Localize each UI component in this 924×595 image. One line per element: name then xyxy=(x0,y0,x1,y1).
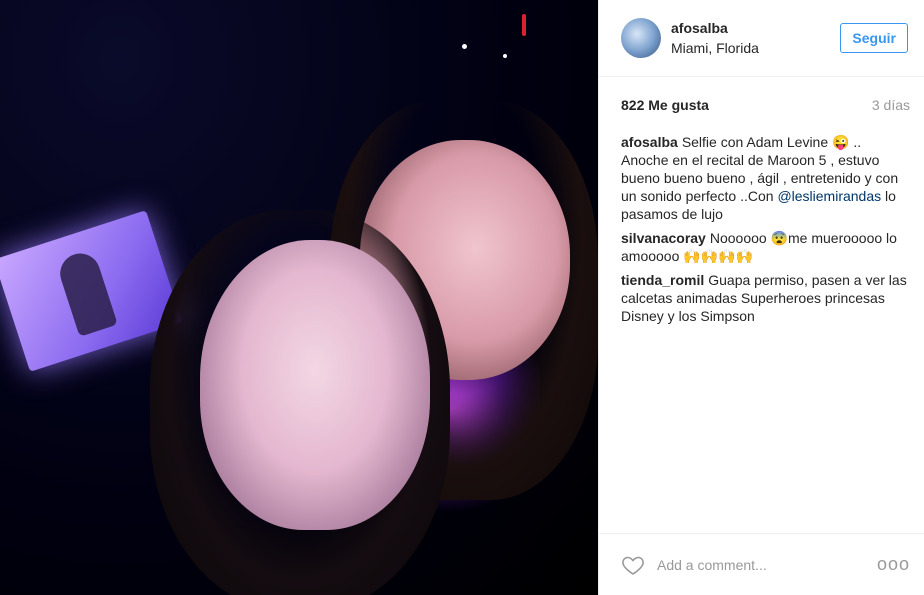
instagram-post: afosalba Miami, Florida Seguir 822 Me gu… xyxy=(0,0,924,595)
comments-list: afosalba Selfie con Adam Levine 😜 .. Anoc… xyxy=(599,113,924,325)
follow-button[interactable]: Seguir xyxy=(840,23,908,53)
comment-input[interactable] xyxy=(657,556,877,573)
comment: silvanacoray Noooooo 😨me muerooooo lo amo… xyxy=(621,229,910,265)
caption: afosalba Selfie con Adam Levine 😜 .. Anoc… xyxy=(621,133,910,223)
mention-link[interactable]: @lesliemirandas xyxy=(777,188,881,204)
post-photo[interactable] xyxy=(0,0,598,595)
username[interactable]: afosalba xyxy=(671,20,840,36)
comment-username[interactable]: afosalba xyxy=(621,134,678,150)
stage-light xyxy=(522,14,526,36)
post-meta: 822 Me gusta 3 días xyxy=(599,77,924,113)
avatar[interactable] xyxy=(621,18,661,58)
comment-username[interactable]: tienda_romil xyxy=(621,272,704,288)
face-left xyxy=(200,240,430,530)
stage-light xyxy=(503,54,507,58)
post-sidebar: afosalba Miami, Florida Seguir 822 Me gu… xyxy=(598,0,924,595)
heart-icon[interactable] xyxy=(621,553,645,577)
comment-footer: ooo xyxy=(599,533,924,595)
post-header: afosalba Miami, Florida Seguir xyxy=(599,0,924,77)
location[interactable]: Miami, Florida xyxy=(671,40,840,56)
more-options-icon[interactable]: ooo xyxy=(877,554,910,575)
comment: tienda_romil Guapa permiso, pasen a ver l… xyxy=(621,271,910,325)
post-time[interactable]: 3 días xyxy=(872,97,910,113)
likes-count[interactable]: 822 Me gusta xyxy=(621,97,709,113)
user-info: afosalba Miami, Florida xyxy=(671,20,840,56)
comment-username[interactable]: silvanacoray xyxy=(621,230,706,246)
stage-light xyxy=(462,44,467,49)
